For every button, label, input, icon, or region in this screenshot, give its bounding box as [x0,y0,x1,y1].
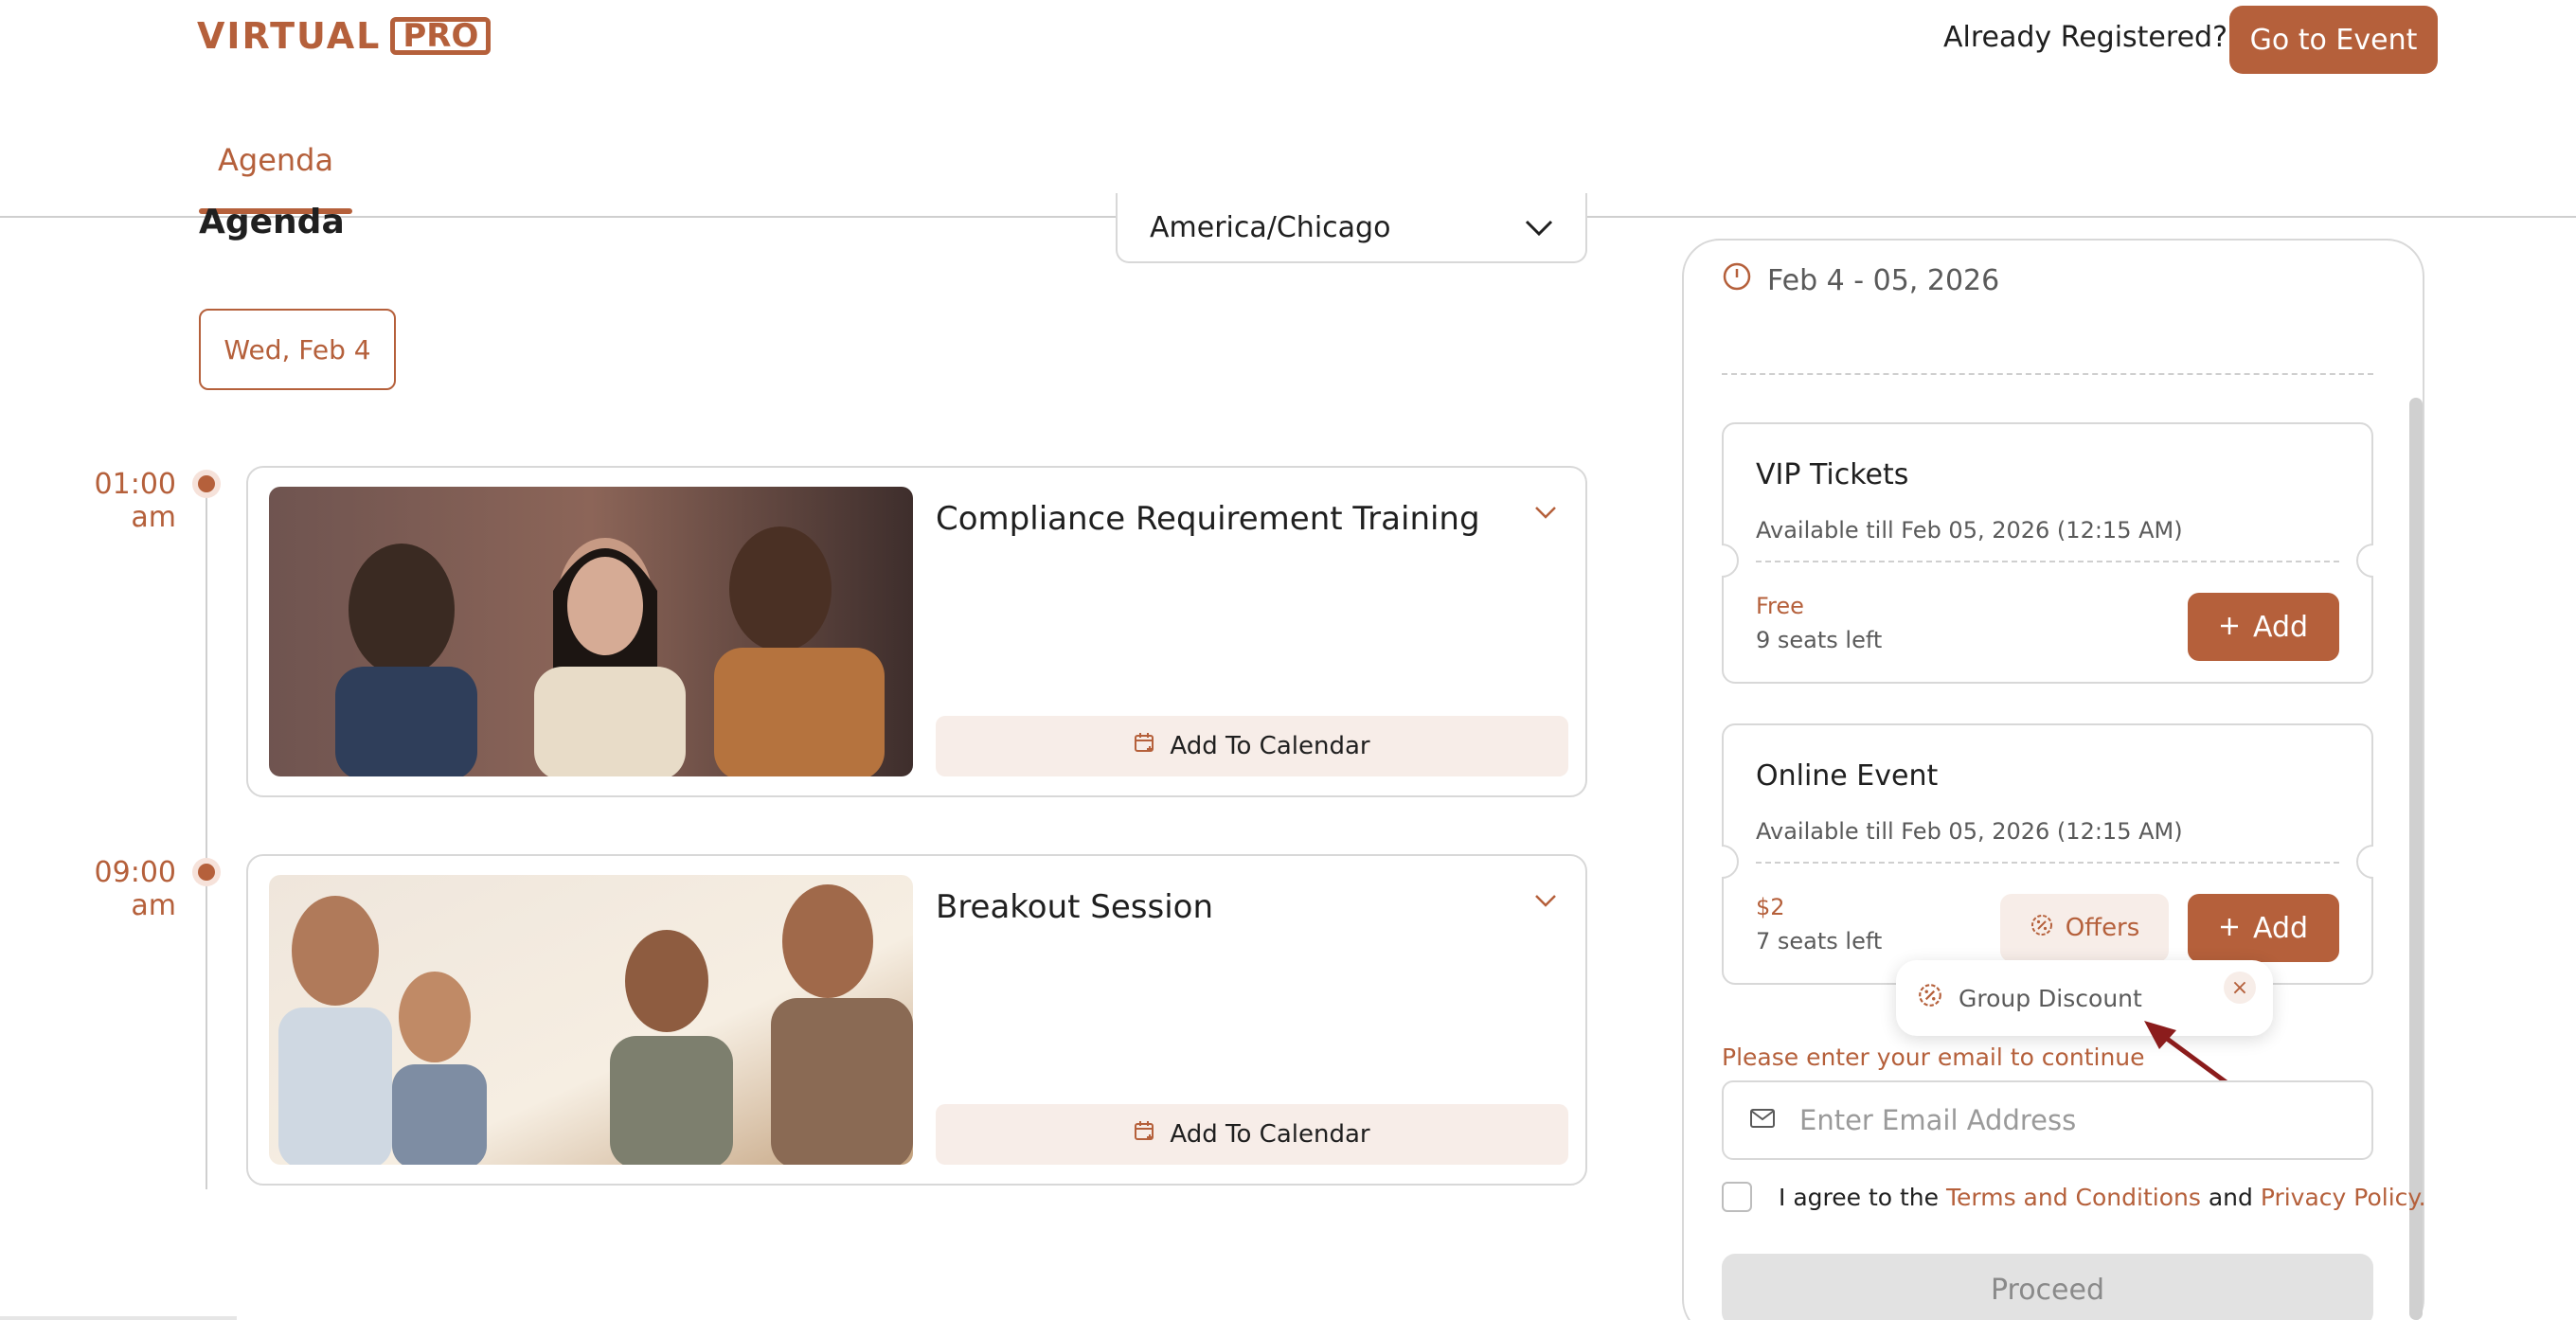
add-ticket-button[interactable]: Add [2188,894,2339,962]
ticket-seats-left: 7 seats left [1756,928,1883,954]
add-to-calendar-label: Add To Calendar [1170,732,1370,760]
tab-agenda[interactable]: Agenda [218,142,333,178]
terms-agreement-row: I agree to the Terms and Conditions and … [1722,1182,2426,1212]
session-card: Breakout Session Add To Calendar [246,854,1587,1186]
mail-icon [1750,1109,1775,1132]
calendar-add-icon [1134,732,1156,761]
terms-prefix: I agree to the [1779,1183,1940,1211]
clock-icon [1722,261,1752,299]
brand-logo[interactable]: VIRTUAL PRO [197,15,492,57]
discount-badge-icon [2030,913,2054,944]
agenda-heading: Agenda [199,203,345,241]
ticket-dashed-divider [1756,862,2339,864]
timezone-select[interactable]: America/Chicago [1116,193,1587,263]
session-card: Compliance Requirement Training Add To C… [246,466,1587,797]
plus-icon [2219,912,2240,945]
email-field-wrapper [1722,1080,2373,1160]
chevron-down-icon [1525,211,1553,244]
add-to-calendar-button[interactable]: Add To Calendar [936,716,1568,776]
dashed-divider [1722,373,2373,375]
session-photo [269,875,913,1165]
brand-wordmark: VIRTUAL [197,15,382,57]
add-ticket-label: Add [2252,911,2309,945]
timezone-value: America/Chicago [1150,210,1391,244]
timeline-dot [192,858,221,886]
event-date-text: Feb 4 - 05, 2026 [1767,263,2000,297]
group-discount-option[interactable]: Group Discount [1959,985,2142,1012]
offers-label: Offers [2065,914,2140,942]
add-to-calendar-label: Add To Calendar [1170,1120,1370,1149]
add-to-calendar-button[interactable]: Add To Calendar [936,1104,1568,1165]
go-to-event-button[interactable]: Go to Event [2229,6,2438,74]
add-ticket-label: Add [2252,610,2309,644]
ticket-price: $2 [1756,894,1785,920]
expand-chevron-icon[interactable] [1534,506,1557,525]
date-chip-wed-feb-4[interactable]: Wed, Feb 4 [199,309,396,390]
already-registered-text: Already Registered? [1943,21,2227,54]
terms-text: I agree to the Terms and Conditions and … [1779,1184,2426,1211]
calendar-add-icon [1134,1120,1156,1150]
terms-and: and [2208,1183,2253,1211]
ticket-card-online: Online Event Available till Feb 05, 2026… [1722,723,2373,985]
page-bottom-edge [0,1316,237,1320]
ticket-name: Online Event [1756,759,1939,793]
session-time: 09:00 am [94,856,176,922]
privacy-link[interactable]: Privacy Policy [2261,1184,2419,1211]
terms-suffix: . [2418,1183,2426,1211]
terms-link[interactable]: Terms and Conditions [1946,1184,2201,1211]
discount-badge-icon [1917,982,1943,1014]
plus-icon [2219,611,2240,644]
ticket-card-vip: VIP Tickets Available till Feb 05, 2026 … [1722,422,2373,684]
session-photo [269,487,913,776]
ticket-seats-left: 9 seats left [1756,627,1883,653]
ticket-name: VIP Tickets [1756,458,1909,491]
terms-checkbox[interactable] [1722,1182,1752,1212]
ticket-dashed-divider [1756,561,2339,562]
timeline-line [206,483,207,1189]
ticket-price: Free [1756,593,1804,619]
timeline-dot [192,470,221,498]
brand-pro-badge: PRO [390,17,492,55]
proceed-button[interactable]: Proceed [1722,1254,2373,1320]
close-icon[interactable]: × [2224,972,2256,1004]
ticket-availability: Available till Feb 05, 2026 (12:15 AM) [1756,818,2183,845]
email-input[interactable] [1799,1104,2330,1136]
session-time: 01:00 am [94,468,176,534]
expand-chevron-icon[interactable] [1534,894,1557,913]
event-date-range: Feb 4 - 05, 2026 [1722,261,1999,299]
add-ticket-button[interactable]: Add [2188,593,2339,661]
ticket-availability: Available till Feb 05, 2026 (12:15 AM) [1756,517,2183,544]
offers-button[interactable]: Offers [2000,894,2169,962]
session-title: Breakout Session [936,888,1214,926]
email-prompt: Please enter your email to continue [1722,1044,2145,1071]
session-title: Compliance Requirement Training [936,500,1480,538]
